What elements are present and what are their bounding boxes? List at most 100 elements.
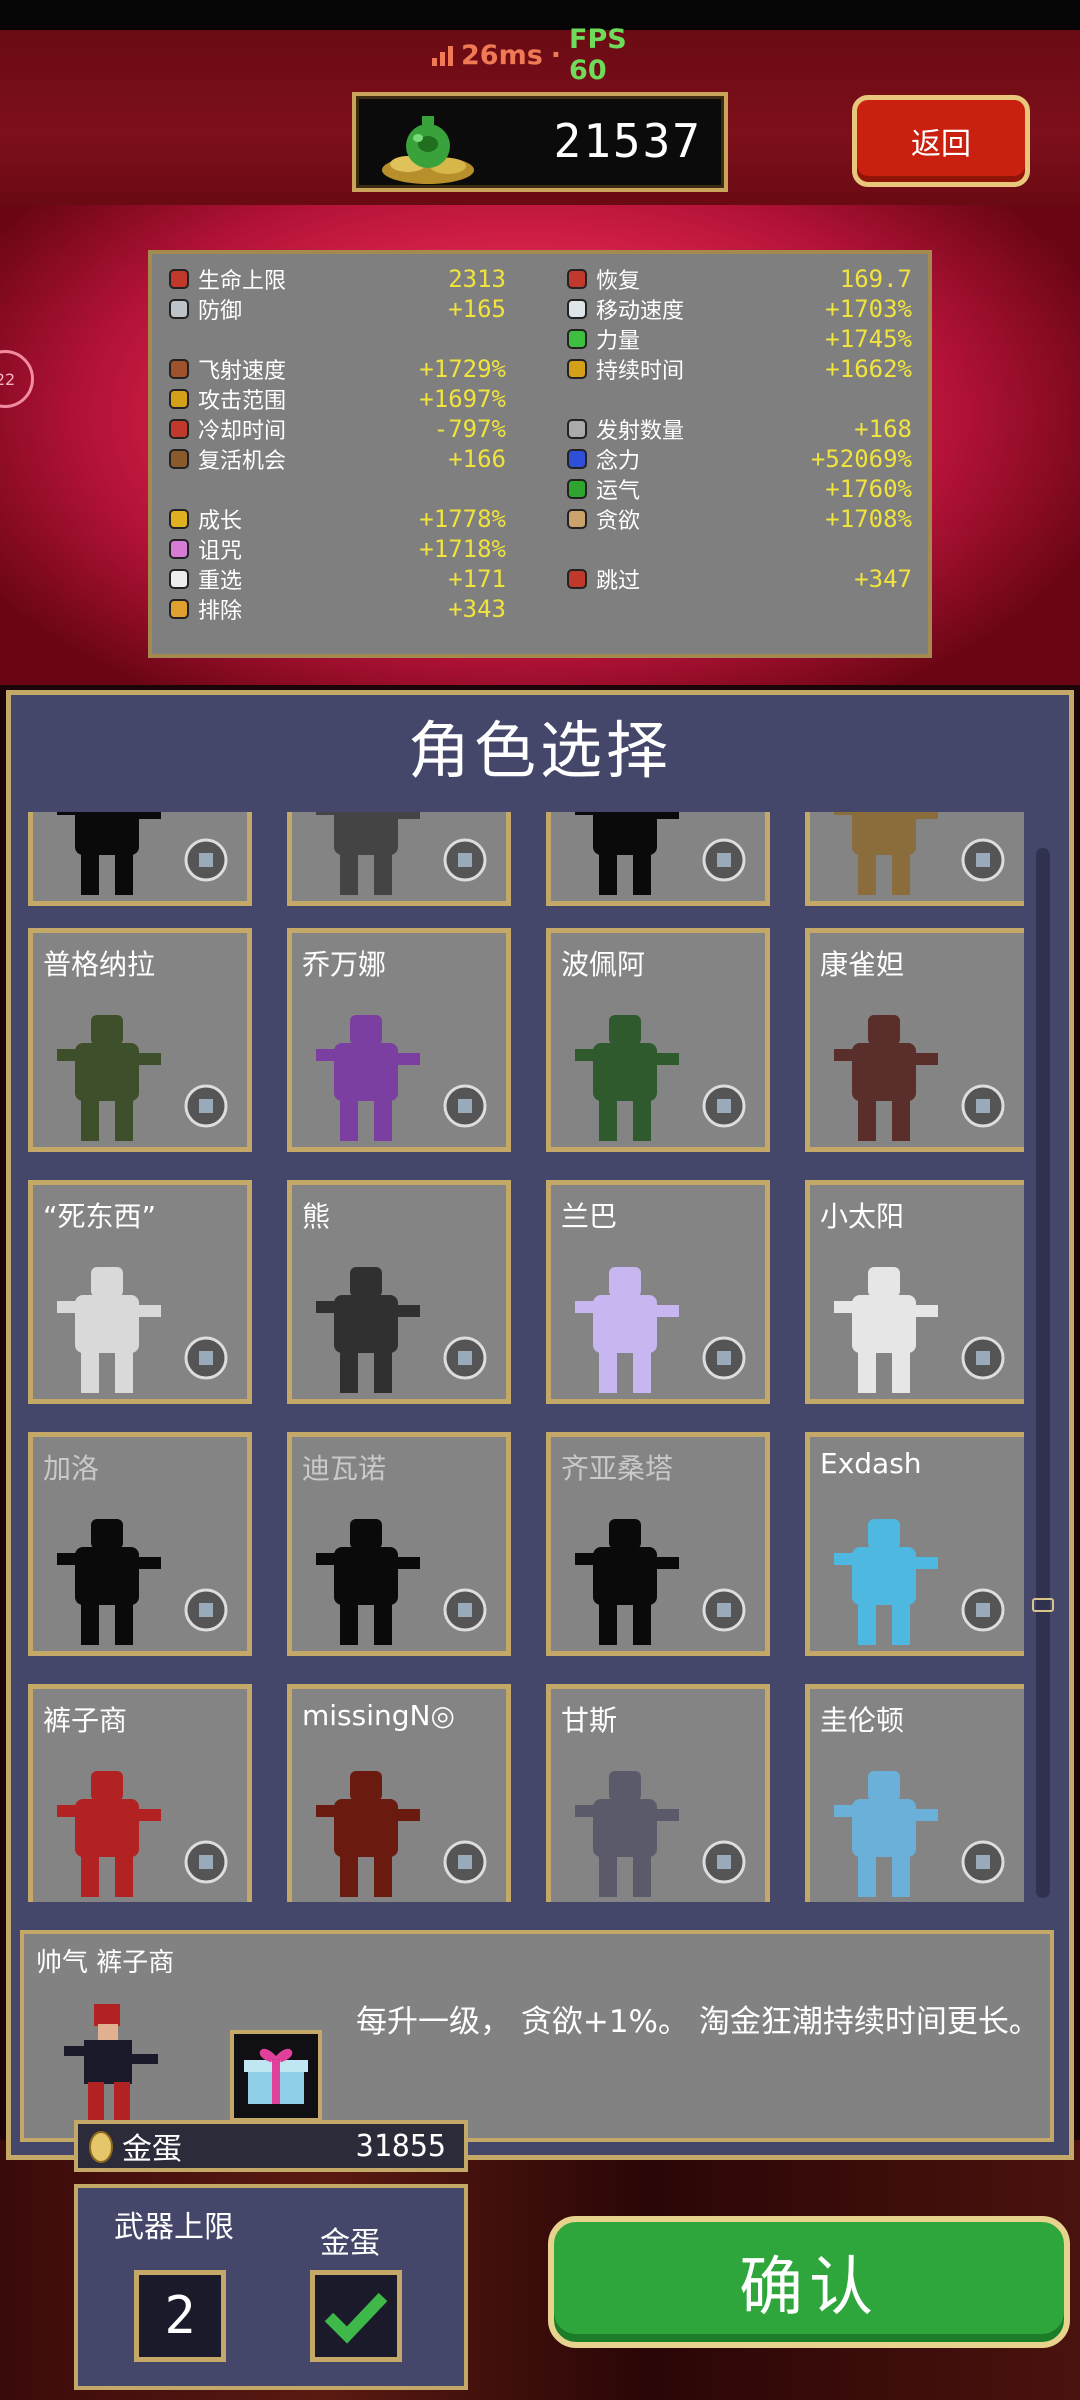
character-name: 兰巴: [561, 1200, 618, 1233]
character-name: 齐亚桑塔: [561, 1452, 674, 1485]
character-card[interactable]: 裤子商: [28, 1684, 252, 1902]
wheel-icon: [702, 1336, 746, 1380]
stat-value: +165: [448, 295, 506, 323]
gold-egg-checkbox[interactable]: [310, 2270, 402, 2362]
character-name: 小太阳: [820, 1200, 905, 1233]
stat-value: 2313: [448, 265, 506, 293]
stat-row: 防御 +165: [166, 294, 506, 324]
stat-label: 飞射速度: [198, 359, 287, 384]
character-card[interactable]: missingN◎: [287, 1684, 511, 1902]
confirm-button[interactable]: 确认: [548, 2216, 1070, 2348]
stat-label: 贪欲: [596, 509, 641, 534]
stat-label: 防御: [198, 299, 243, 324]
character-sprite: [57, 1771, 161, 1897]
stat-label: 念力: [596, 449, 641, 474]
dragon-icon: [961, 1840, 1005, 1884]
character-sprite: [57, 812, 161, 895]
character-card[interactable]: [28, 812, 252, 906]
stat-row: 运气 +1760%: [564, 474, 912, 504]
stat-value: 169.7: [839, 265, 912, 293]
character-sprite: [57, 1015, 161, 1141]
stat-value: +52069%: [810, 445, 912, 473]
stat-label: 运气: [596, 479, 641, 504]
duplicator-icon: [564, 416, 590, 442]
stat-row: 力量 +1745%: [564, 324, 912, 354]
stat-label: 生命上限: [198, 269, 287, 294]
stat-value: +1697%: [419, 385, 506, 413]
feather-icon: [184, 1588, 228, 1632]
coin-bag-icon: [382, 116, 474, 184]
wings-icon: [564, 296, 590, 322]
character-sprite: [834, 1015, 938, 1141]
stat-value: +166: [448, 445, 506, 473]
stat-value: +1718%: [419, 535, 506, 563]
bible-icon: [443, 838, 487, 882]
stat-row: 跳过 +347: [564, 564, 912, 594]
character-card[interactable]: [805, 812, 1024, 906]
character-name: 普格纳拉: [43, 948, 156, 981]
character-card[interactable]: 波佩阿: [546, 928, 770, 1152]
candelabra-icon: [166, 386, 192, 412]
egg-icon: [89, 2131, 113, 2163]
stat-row: 贪欲 +1708%: [564, 504, 912, 534]
character-sprite: [834, 812, 938, 895]
character-card[interactable]: 普格纳拉: [28, 928, 252, 1152]
egg-count: 31855: [355, 2128, 446, 2164]
character-card[interactable]: [546, 812, 770, 906]
character-description: 帅气 裤子商 每升一级， 贪欲+1%。 淘金狂潮持续时间更长。: [20, 1930, 1054, 2142]
crystal-icon: [961, 1084, 1005, 1128]
hammer-icon: [166, 596, 192, 622]
character-sprite: [57, 1267, 161, 1393]
stat-value: +1745%: [825, 325, 912, 353]
character-card[interactable]: 齐亚桑塔: [546, 1432, 770, 1656]
back-button[interactable]: 返回: [852, 95, 1030, 187]
character-card[interactable]: “死东西”: [28, 1180, 252, 1404]
stat-value: +1778%: [419, 505, 506, 533]
character-card[interactable]: 康雀妲: [805, 928, 1024, 1152]
stat-row: 复活机会 +166: [166, 444, 506, 474]
character-sprite: [575, 1015, 679, 1141]
gold-egg-toggle-label: 金蛋: [320, 2226, 380, 2261]
stat-row: 诅咒 +1718%: [166, 534, 506, 564]
scythe-icon: [443, 1840, 487, 1884]
tome-icon: [166, 416, 192, 442]
egg-label: 金蛋: [122, 2132, 182, 2167]
character-card[interactable]: 小太阳: [805, 1180, 1024, 1404]
weapon-limit-label: 武器上限: [114, 2210, 234, 2245]
stat-row: 念力 +52069%: [564, 444, 912, 474]
stone-mask-icon: [564, 506, 590, 532]
flower-icon: [961, 1336, 1005, 1380]
panel-title: 角色选择: [407, 714, 672, 787]
character-card[interactable]: 乔万娜: [287, 928, 511, 1152]
character-card[interactable]: 迪瓦诺: [287, 1432, 511, 1656]
scroll-thumb[interactable]: [1032, 1598, 1054, 1612]
pummarola-icon: [564, 266, 590, 292]
weapon-limit-button[interactable]: 2: [134, 2270, 226, 2362]
character-name: 圭伦顿: [820, 1704, 905, 1737]
character-sprite: [575, 1267, 679, 1393]
character-card[interactable]: 加洛: [28, 1432, 252, 1656]
character-card[interactable]: [287, 812, 511, 906]
dagger-icon: [702, 1840, 746, 1884]
stat-label: 发射数量: [596, 419, 685, 444]
character-card[interactable]: 熊: [287, 1180, 511, 1404]
character-sprite: [834, 1771, 938, 1897]
character-name: 乔万娜: [302, 948, 387, 981]
pistol-icon: [184, 1084, 228, 1128]
gold-counter: 21537: [352, 92, 728, 192]
stat-row: 移动速度 +1703%: [564, 294, 912, 324]
character-name: 波佩阿: [561, 948, 646, 981]
character-name: 甘斯: [561, 1704, 618, 1737]
character-card[interactable]: 圭伦顿: [805, 1684, 1024, 1902]
stat-value: +1708%: [825, 505, 912, 533]
character-sprite: [316, 1267, 420, 1393]
cross-icon: [702, 838, 746, 882]
character-sprite: [316, 812, 420, 895]
skull-icon: [166, 536, 192, 562]
character-card[interactable]: 兰巴: [546, 1180, 770, 1404]
scrollbar[interactable]: [1032, 848, 1054, 1898]
character-card[interactable]: Exdash: [805, 1432, 1024, 1656]
character-grid[interactable]: 普格纳拉 乔万娜 波佩阿 康雀妲 “死东西” 熊 兰巴 小太阳加洛 迪瓦诺 齐亚桑塔 Exdash 裤…: [24, 812, 1024, 1902]
character-card[interactable]: 甘斯: [546, 1684, 770, 1902]
checkmark-icon: [324, 2292, 388, 2344]
